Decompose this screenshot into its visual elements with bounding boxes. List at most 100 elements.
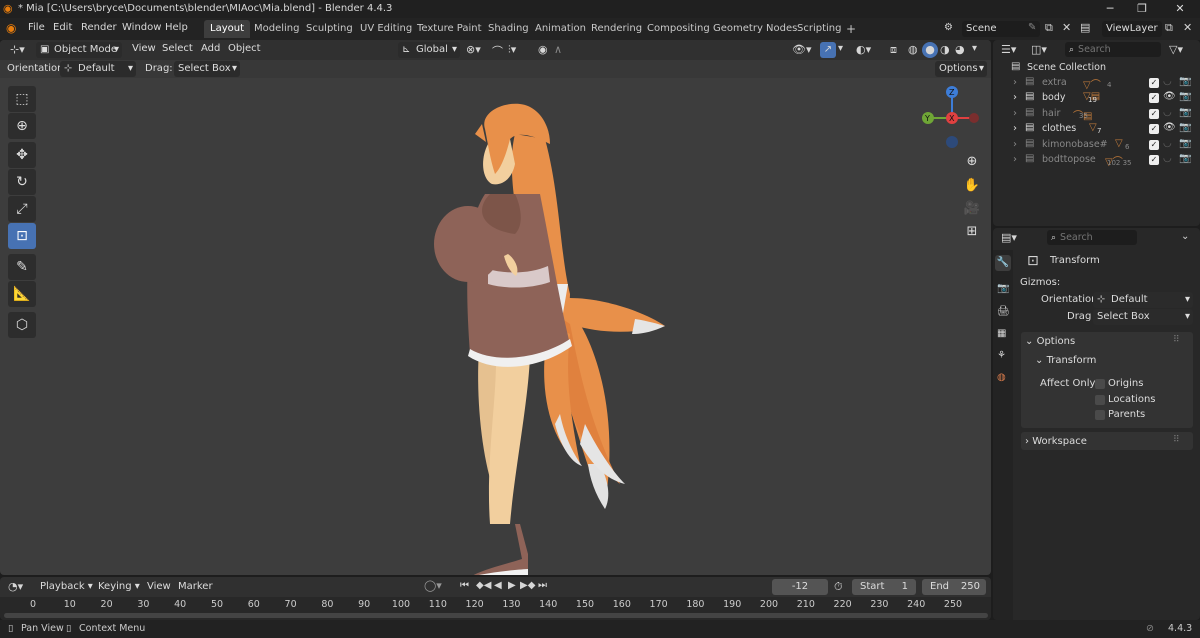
drag-dropdown[interactable]: Select Box ▾ (174, 61, 240, 77)
solid-shading-icon[interactable]: ● (922, 42, 938, 58)
zoom-icon[interactable]: ⊕ (961, 150, 983, 172)
pivot-point-icon[interactable]: ⊗▾ (466, 43, 481, 56)
annotate-tool[interactable]: ✎ (8, 254, 36, 280)
menu-render[interactable]: Render (81, 22, 117, 33)
properties-editor[interactable]: ▤▾ ⌕ ⌄ 🔧 📷 🖨 ▦ ⚘ ◍ ⊡ Transform Gizmos: O… (993, 228, 1200, 620)
jump-end-icon[interactable]: ⏭ (538, 580, 547, 591)
tab-layout[interactable]: Layout (204, 20, 250, 38)
transform-subpanel-header[interactable]: ⌄ Transform (1035, 355, 1096, 366)
viewport-menu-select[interactable]: Select (162, 43, 193, 54)
timeline-scrollbar[interactable] (4, 613, 988, 618)
editor-type-icon[interactable]: ⊹▾ (10, 43, 25, 56)
properties-search[interactable]: ⌕ (1047, 230, 1137, 245)
measure-tool[interactable]: 📐 (8, 281, 36, 307)
timeline[interactable]: ◔▾ Playback ▾ Keying ▾ View Marker ◯▾ ⏮ … (0, 577, 991, 620)
add-workspace-button[interactable]: + (840, 20, 862, 38)
tab-shading[interactable]: Shading (482, 20, 535, 38)
exclude-checkbox[interactable]: ✓ (1149, 93, 1159, 103)
drag-handle-icon[interactable]: ⠿ (1173, 335, 1180, 345)
gizmo-dropdown-icon[interactable]: ▾ (838, 43, 843, 54)
view-layer-tab-icon[interactable]: ▦ (997, 328, 1006, 339)
expand-icon[interactable]: › (1013, 77, 1017, 88)
render-camera-icon[interactable]: 📷 (1179, 91, 1191, 102)
play-reverse-icon[interactable]: ◀ (494, 580, 502, 591)
new-scene-icon[interactable]: ⧉ (1045, 21, 1053, 35)
orientation-dropdown[interactable]: ⊹ Default ▾ (60, 61, 136, 77)
parents-checkbox[interactable] (1095, 410, 1105, 420)
xray-icon[interactable]: ⧈ (890, 43, 897, 57)
scene-tab-icon[interactable]: ⚘ (997, 350, 1006, 361)
start-frame-field[interactable]: Start 1 (852, 579, 916, 595)
locations-checkbox[interactable] (1095, 395, 1105, 405)
proportional-editing-icon[interactable]: ◉ (538, 43, 548, 56)
visibility-icon[interactable]: 👁▾ (792, 43, 812, 56)
visibility-icon[interactable]: 👁 (1163, 122, 1176, 133)
mode-dropdown[interactable]: ▣ Object Mode ▾ (36, 42, 122, 58)
timeline-menu-keying[interactable]: Keying ▾ (98, 581, 140, 592)
transform-tool[interactable]: ⊡ (8, 223, 36, 249)
exclude-checkbox[interactable]: ✓ (1149, 155, 1159, 165)
filter-icon[interactable]: ▽▾ (1169, 43, 1183, 56)
drag-dropdown[interactable]: Select Box ▾ (1093, 309, 1193, 325)
outliner-search[interactable]: ⌕ (1065, 42, 1161, 57)
expand-icon[interactable]: › (1013, 139, 1017, 150)
tab-uv-editing[interactable]: UV Editing (354, 20, 418, 38)
exclude-checkbox[interactable]: ✓ (1149, 140, 1159, 150)
pin-icon[interactable]: ✎ (1028, 22, 1036, 33)
tab-animation[interactable]: Animation (529, 20, 592, 38)
frame-ruler[interactable]: 0 10 20 30 40 50 60 70 80 90 100 110 120 130 140 150 160… (0, 597, 991, 620)
stopwatch-icon[interactable]: ⏱ (834, 580, 843, 594)
minimize-button[interactable]: ─ (1100, 2, 1120, 15)
visibility-icon[interactable]: ◡ (1163, 153, 1172, 164)
render-camera-icon[interactable]: 📷 (1179, 107, 1191, 118)
pan-hand-icon[interactable]: ✋ (961, 174, 983, 196)
outliner-row-bodttopose[interactable]: › ▤ bodttopose ▽⌒ 102 35 ✓ ◡ 📷 (993, 153, 1200, 168)
options-dropdown[interactable]: Options ▾ (935, 61, 987, 77)
exclude-checkbox[interactable]: ✓ (1149, 124, 1159, 134)
tab-modeling[interactable]: Modeling (248, 20, 306, 38)
add-cube-tool[interactable]: ⬡ (8, 312, 36, 338)
exclude-checkbox[interactable]: ✓ (1149, 78, 1159, 88)
overlays-icon[interactable]: ◐▾ (856, 43, 871, 56)
outliner-search-input[interactable] (1078, 44, 1157, 55)
jump-start-icon[interactable]: ⏮ (460, 580, 469, 591)
select-box-tool[interactable]: ⬚ (8, 86, 36, 112)
chevron-down-icon[interactable]: ⌄ (1181, 231, 1189, 242)
outliner-editor-icon[interactable]: ☰▾ (1001, 43, 1016, 56)
play-icon[interactable]: ▶ (508, 580, 516, 591)
cursor-tool[interactable]: ⊕ (8, 113, 36, 139)
maximize-button[interactable]: ❐ (1132, 2, 1152, 15)
blender-menu-icon[interactable]: ◉ (6, 21, 16, 35)
gizmo-toggle-icon[interactable]: ↗ (820, 42, 836, 58)
timeline-menu-playback[interactable]: Playback ▾ (40, 581, 93, 592)
world-tab-icon[interactable]: ◍ (997, 372, 1006, 383)
ortho-grid-icon[interactable]: ⊞ (961, 220, 983, 242)
tab-texture-paint[interactable]: Texture Paint (411, 20, 488, 38)
workspace-panel-header[interactable]: › Workspace (1025, 436, 1087, 447)
expand-icon[interactable]: › (1013, 92, 1017, 103)
expand-icon[interactable]: › (1013, 108, 1017, 119)
wireframe-shading-icon[interactable]: ◍ (908, 43, 918, 56)
new-view-layer-icon[interactable]: ⧉ (1165, 21, 1173, 35)
snap-target-icon[interactable]: ⫶▾ (508, 43, 516, 57)
expand-icon[interactable]: › (1013, 154, 1017, 165)
jump-prev-keyframe-icon[interactable]: ◆◀ (476, 580, 491, 591)
3d-viewport[interactable]: ⊹▾ ▣ Object Mode ▾ View Select Add Objec… (0, 40, 991, 575)
outliner-row-scene-collection[interactable]: ▤ Scene Collection (993, 61, 1200, 76)
tab-compositing[interactable]: Compositing (641, 20, 716, 38)
transform-orientation-dropdown[interactable]: ⊾ Global ▾ (398, 42, 460, 58)
outliner-row-kimonobase[interactable]: › ▤ kimonobase# ▽ 6 ✓ ◡ 📷 (993, 138, 1200, 153)
menu-file[interactable]: File (28, 22, 45, 33)
tab-sculpting[interactable]: Sculpting (300, 20, 359, 38)
visibility-icon[interactable]: 👁 (1163, 91, 1176, 102)
render-camera-icon[interactable]: 📷 (1179, 76, 1191, 87)
timeline-menu-marker[interactable]: Marker (178, 581, 213, 592)
jump-next-keyframe-icon[interactable]: ▶◆ (520, 580, 535, 591)
workspace-panel[interactable]: › Workspace ⠿ (1021, 432, 1193, 450)
view-layer-selector[interactable]: ViewLayer (1102, 21, 1162, 37)
proportional-falloff-icon[interactable]: ∧ (554, 43, 562, 56)
visibility-icon[interactable]: ◡ (1163, 107, 1172, 118)
rotate-tool[interactable]: ↻ (8, 169, 36, 195)
delete-view-layer-icon[interactable]: ✕ (1183, 21, 1192, 34)
end-frame-field[interactable]: End 250 (922, 579, 986, 595)
